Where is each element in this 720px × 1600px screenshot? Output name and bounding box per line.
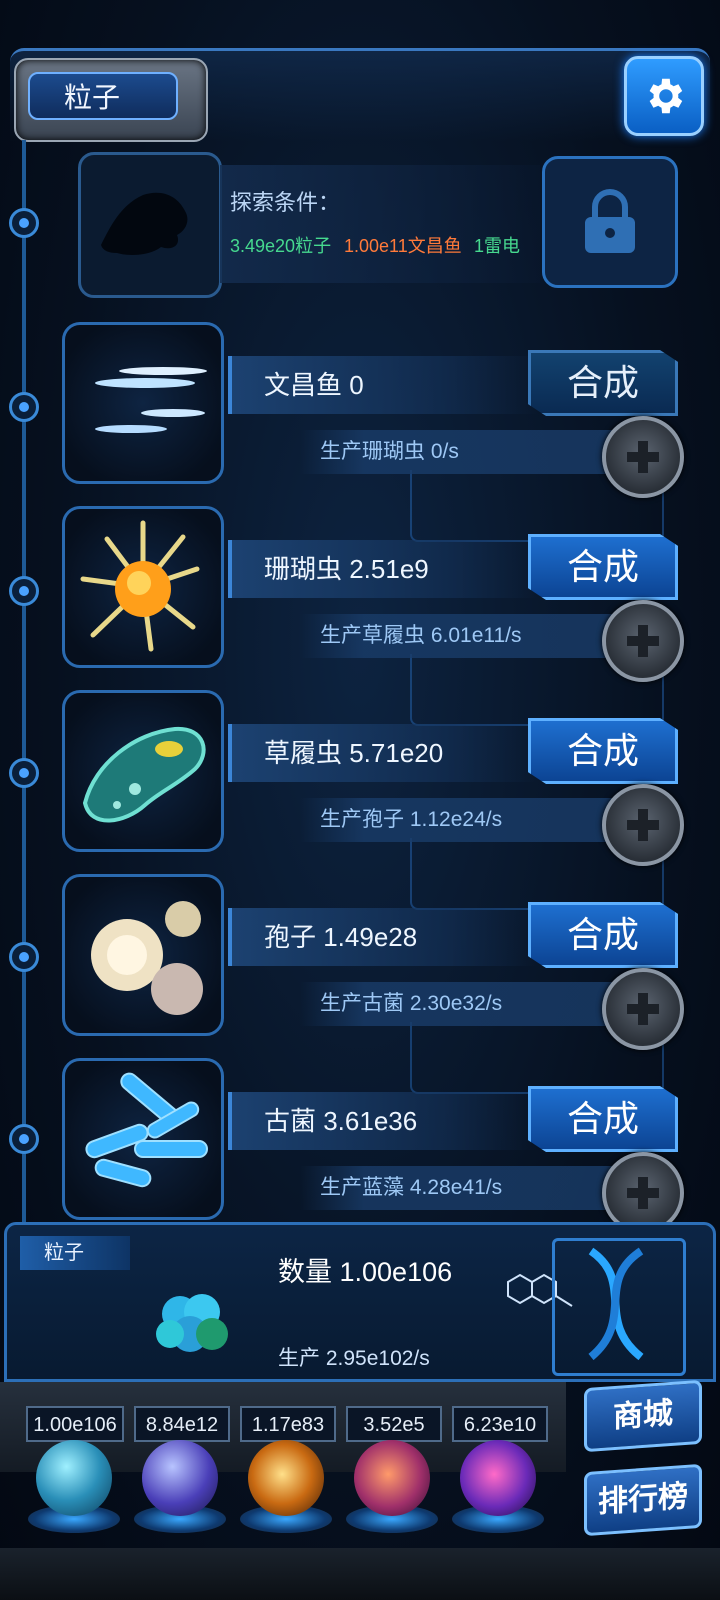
plus-icon	[627, 993, 659, 1025]
resource-portal-count: 6.23e10	[452, 1406, 548, 1442]
rail-node	[9, 392, 39, 422]
creature-name: 珊瑚虫 2.51e9	[228, 540, 538, 598]
synthesize-button[interactable]: 合成	[528, 1086, 678, 1152]
rail-node	[9, 576, 39, 606]
creature-production: 生产孢子 1.12e24/s	[300, 798, 620, 842]
dna-icon	[588, 1247, 644, 1361]
particle-quantity: 数量 1.00e106	[278, 1257, 453, 1287]
particle-cluster-icon	[132, 1272, 252, 1368]
creature-thumbnail	[62, 1058, 224, 1220]
unlock-conditions-panel	[220, 165, 540, 283]
creature-production: 生产古菌 2.30e32/s	[300, 982, 620, 1026]
creature-production: 生产珊瑚虫 0/s	[300, 430, 620, 474]
synthesize-button[interactable]: 合成	[528, 534, 678, 600]
rail-node	[9, 942, 39, 972]
synthesize-button[interactable]: 合成	[528, 902, 678, 968]
brain-orb-icon[interactable]	[354, 1440, 430, 1516]
creature-name: 古菌 3.61e36	[228, 1092, 538, 1150]
particle-label: 粒子	[20, 1236, 130, 1270]
gear-icon	[649, 78, 683, 114]
plus-icon	[627, 441, 659, 473]
condition-thunder: 1雷电	[474, 236, 521, 256]
rail-node	[9, 758, 39, 788]
creature-thumbnail	[62, 874, 224, 1036]
creature-thumbnail	[62, 506, 224, 668]
creature-name: 草履虫 5.71e20	[228, 724, 538, 782]
plus-icon	[627, 1177, 659, 1209]
portal-orb-icon[interactable]	[460, 1440, 536, 1516]
settings-button[interactable]	[624, 56, 704, 136]
resource-brain-count: 3.52e5	[346, 1406, 442, 1442]
creature-name: 文昌鱼 0	[228, 356, 538, 414]
resource-particle-count: 1.00e106	[26, 1406, 124, 1442]
rail-node	[9, 1124, 39, 1154]
creature-name: 孢子 1.49e28	[228, 908, 538, 966]
add-button[interactable]	[602, 416, 684, 498]
add-button[interactable]	[602, 600, 684, 682]
dna-frame	[552, 1238, 686, 1376]
bottom-strip	[0, 1548, 720, 1600]
coral-polyp-icon	[80, 520, 200, 652]
locked-synthesize-button[interactable]	[542, 156, 678, 288]
creature-production: 生产蓝藻 4.28e41/s	[300, 1166, 620, 1210]
plus-icon	[627, 809, 659, 841]
thunder-orb-icon[interactable]	[142, 1440, 218, 1516]
archaea-icon	[85, 1072, 208, 1188]
synthesize-button[interactable]: 合成	[528, 350, 678, 416]
spore-icon	[91, 901, 203, 1015]
condition-particle: 3.49e20粒子	[230, 236, 332, 256]
resource-galaxy-count: 1.17e83	[240, 1406, 336, 1442]
add-button[interactable]	[602, 968, 684, 1050]
creature-thumbnail	[62, 690, 224, 852]
plus-icon	[627, 625, 659, 657]
particle-orb-icon[interactable]	[36, 1440, 112, 1516]
paramecium-icon	[82, 726, 206, 823]
left-rail	[22, 140, 26, 1230]
lancelet-icon	[95, 367, 207, 433]
creature-silhouette-icon	[101, 192, 188, 255]
creature-production: 生产草履虫 6.01e11/s	[300, 614, 620, 658]
condition-lancelet: 1.00e11文昌鱼	[344, 236, 462, 256]
page-title: 粒子	[28, 72, 178, 120]
creature-thumbnail	[62, 322, 224, 484]
resource-thunder-count: 8.84e12	[134, 1406, 230, 1442]
add-button[interactable]	[602, 784, 684, 866]
rail-lock-node	[9, 208, 39, 238]
synthesize-button[interactable]: 合成	[528, 718, 678, 784]
locked-creature-thumbnail	[78, 152, 222, 298]
leaderboard-button[interactable]: 排行榜	[584, 1463, 702, 1537]
particle-production: 生产 2.95e102/s	[278, 1347, 430, 1370]
unlock-conditions-title: 探索条件：	[230, 190, 341, 215]
lock-icon	[585, 189, 635, 253]
shop-button[interactable]: 商城	[584, 1379, 702, 1453]
galaxy-orb-icon[interactable]	[248, 1440, 324, 1516]
